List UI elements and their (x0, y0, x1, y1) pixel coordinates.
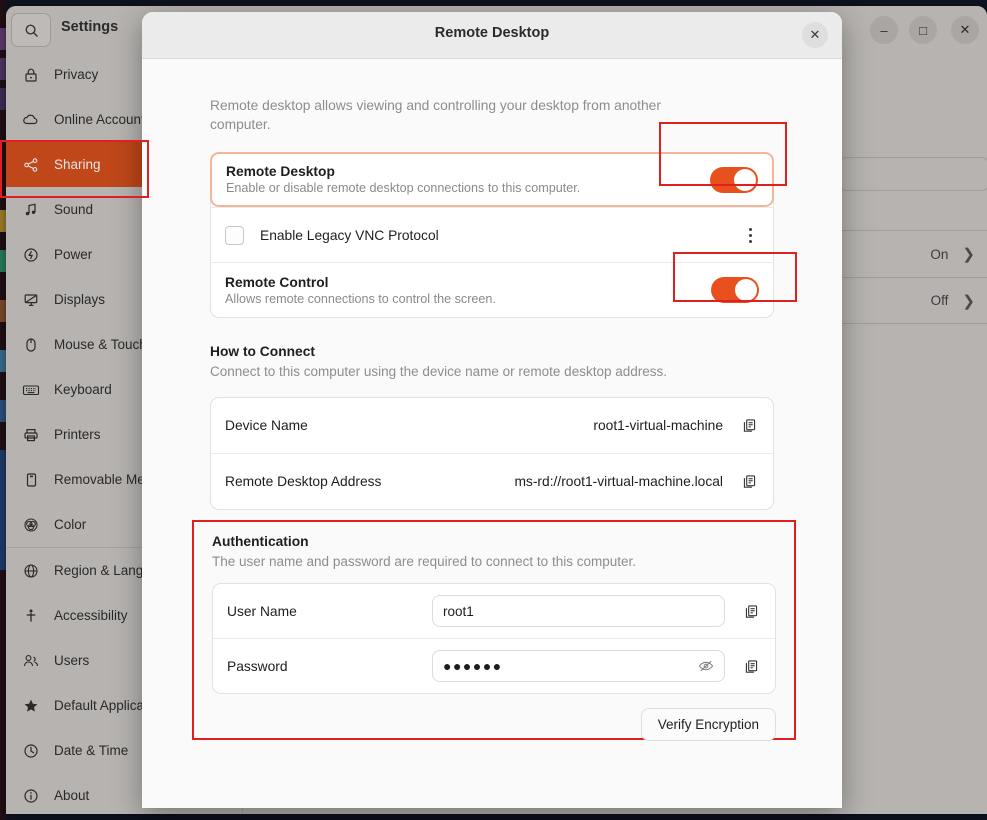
password-value: ●●●●●● (443, 658, 503, 674)
background-row-off[interactable]: Off ❯ (839, 277, 987, 323)
settings-window-title: Settings (61, 19, 119, 35)
toggle-knob (734, 168, 756, 191)
sidebar-item-label: Privacy (54, 67, 99, 82)
power-icon (20, 244, 42, 266)
maximize-button[interactable]: □ (909, 16, 937, 44)
authentication-card: User Name root1 Password ●●●●●● (212, 583, 776, 694)
sidebar-item-label: Users (54, 653, 90, 668)
dialog-body: Remote desktop allows viewing and contro… (142, 97, 842, 511)
close-window-button[interactable]: ✕ (951, 16, 979, 44)
removable-media-icon (20, 469, 42, 491)
legacy-vnc-label: Enable Legacy VNC Protocol (260, 227, 439, 243)
screen-root: Settings – □ ✕ Privacy Online Accounts S… (0, 0, 987, 820)
minimize-button[interactable]: – (870, 16, 898, 44)
device-name-row: Device Name root1-virtual-machine (211, 398, 773, 453)
authentication-subtitle: The user name and password are required … (212, 554, 636, 569)
copy-icon[interactable] (739, 416, 759, 436)
legacy-vnc-checkbox[interactable] (225, 225, 244, 245)
verify-encryption-wrap: Verify Encryption (212, 708, 776, 741)
lock-icon (20, 64, 42, 86)
search-icon (24, 23, 39, 38)
background-settings-list: On ❯ Off ❯ (838, 230, 987, 324)
eye-slash-icon[interactable] (698, 658, 714, 674)
users-icon (20, 650, 42, 672)
printer-icon (20, 424, 42, 446)
search-button[interactable] (11, 13, 51, 47)
clock-icon (20, 740, 42, 762)
verify-encryption-button[interactable]: Verify Encryption (640, 708, 776, 741)
cloud-icon (20, 109, 42, 131)
share-icon (20, 154, 42, 176)
sidebar-item-label: Power (54, 247, 93, 262)
sidebar-item-label: Printers (54, 427, 101, 442)
password-row: Password ●●●●●● (213, 638, 775, 693)
star-icon (20, 695, 42, 717)
chevron-right-icon: ❯ (962, 246, 975, 263)
dialog-titlebar: Remote Desktop ✕ (142, 12, 842, 59)
dialog-intro-text: Remote desktop allows viewing and contro… (210, 98, 661, 132)
copy-icon[interactable] (741, 601, 761, 621)
sidebar-item-label: Color (54, 517, 87, 532)
legacy-vnc-row[interactable]: Enable Legacy VNC Protocol (211, 207, 773, 262)
sidebar-item-label: Sound (54, 202, 94, 217)
authentication-heading: Authentication (212, 534, 309, 549)
remote-desktop-card: Remote Desktop Enable or disable remote … (210, 152, 774, 319)
remote-control-title: Remote Control (225, 274, 329, 290)
remote-desktop-title: Remote Desktop (226, 164, 335, 180)
background-row-on[interactable]: On ❯ (839, 231, 987, 277)
background-row-value: Off (930, 293, 949, 308)
remote-desktop-address-label: Remote Desktop Address (225, 474, 382, 490)
copy-icon[interactable] (739, 472, 759, 492)
dialog-title: Remote Desktop (434, 25, 550, 41)
globe-icon (20, 560, 42, 582)
kebab-menu-icon[interactable] (741, 227, 759, 243)
sidebar-item-label: Accessibility (54, 608, 128, 623)
how-to-connect-subtitle: Connect to this computer using the devic… (210, 364, 667, 380)
user-name-input[interactable]: root1 (432, 595, 725, 627)
authentication-inner: Authentication The user name and passwor… (194, 522, 794, 741)
info-icon (20, 785, 42, 807)
remote-desktop-text: Remote Desktop Enable or disable remote … (226, 164, 710, 195)
remote-desktop-dialog: Remote Desktop ✕ Remote desktop allows v… (142, 12, 842, 808)
remote-control-text: Remote Control Allows remote connections… (225, 275, 711, 306)
music-note-icon (20, 199, 42, 221)
device-name-label: Device Name (225, 418, 308, 434)
sidebar-item-label: Online Accounts (54, 112, 152, 127)
remote-control-row[interactable]: Remote Control Allows remote connections… (211, 262, 773, 317)
remote-desktop-subtitle: Enable or disable remote desktop connect… (226, 181, 581, 196)
user-name-value: root1 (443, 603, 474, 619)
remote-desktop-row[interactable]: Remote Desktop Enable or disable remote … (210, 152, 774, 208)
remote-control-toggle[interactable] (711, 277, 759, 304)
sidebar-item-label: Keyboard (54, 382, 112, 397)
user-name-label: User Name (227, 603, 297, 619)
device-name-value: root1-virtual-machine (593, 418, 723, 434)
dialog-close-button[interactable]: ✕ (802, 22, 828, 48)
background-row-value: On (930, 246, 949, 262)
chevron-right-icon: ❯ (962, 292, 975, 310)
how-to-connect-heading: How to Connect (210, 344, 315, 360)
user-name-row: User Name root1 (213, 584, 775, 638)
remote-desktop-address-row: Remote Desktop Address ms-rd://root1-vir… (211, 453, 773, 509)
remote-control-subtitle: Allows remote connections to control the… (225, 291, 496, 306)
connection-info-card: Device Name root1-virtual-machine Remote… (210, 397, 774, 511)
password-input[interactable]: ●●●●●● (432, 650, 725, 682)
sidebar-item-label: Displays (54, 292, 106, 307)
background-search-field[interactable] (838, 157, 987, 191)
toggle-knob (735, 279, 757, 302)
color-icon (20, 514, 42, 536)
authentication-section: Authentication The user name and passwor… (192, 520, 796, 741)
sidebar-item-label: Date & Time (54, 743, 129, 758)
display-icon (20, 289, 42, 311)
mouse-icon (20, 334, 42, 356)
accessibility-icon (20, 605, 42, 627)
sidebar-item-label: About (54, 788, 90, 803)
password-label: Password (227, 658, 288, 674)
copy-icon[interactable] (741, 656, 761, 676)
sidebar-item-label: Sharing (54, 157, 101, 172)
remote-desktop-toggle[interactable] (710, 166, 758, 193)
remote-desktop-address-value: ms-rd://root1-virtual-machine.local (514, 474, 723, 490)
keyboard-icon (20, 379, 42, 401)
